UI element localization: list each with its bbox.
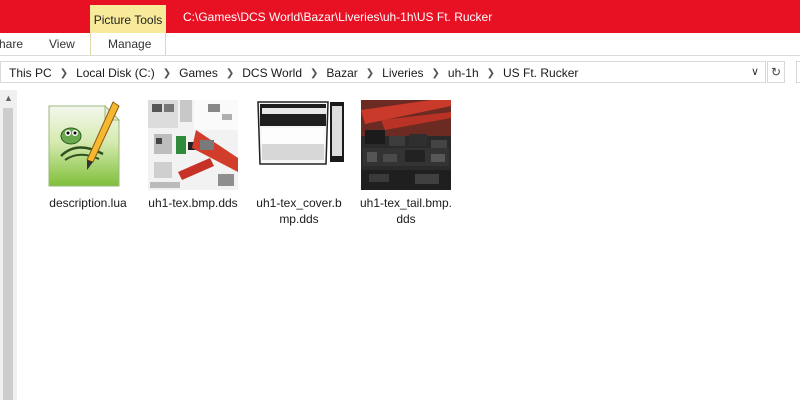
breadcrumb-this-pc[interactable]: This PC [9,66,52,80]
breadcrumb-games[interactable]: Games [179,66,218,80]
breadcrumb-us-ft-rucker[interactable]: US Ft. Rucker [503,66,578,80]
tab-view[interactable]: View [49,37,75,51]
tab-manage[interactable]: Manage [108,37,151,51]
file-name: uh1-tex_cover.b mp.dds [249,195,349,227]
picture-tools-label: Picture Tools [93,13,163,27]
file-item[interactable]: uh1-tex_tail.bmp. dds [356,90,456,230]
search-input[interactable] [796,61,800,83]
chevron-right-icon[interactable]: ❯ [310,68,318,79]
file-name: uh1-tex_tail.bmp. dds [356,195,456,227]
chevron-right-icon[interactable]: ❯ [366,68,374,79]
file-name-line1: uh1-tex.bmp.dds [148,196,238,210]
file-name-line2: mp.dds [279,212,319,226]
file-name: description.lua [49,196,127,210]
file-item[interactable]: uh1-tex.bmp.dds [143,90,243,220]
file-item[interactable]: uh1-tex_cover.b mp.dds [249,90,349,230]
texture-thumbnail [361,100,451,190]
chevron-right-icon[interactable]: ❯ [163,68,171,79]
breadcrumb-uh-1h[interactable]: uh-1h [448,66,479,80]
refresh-icon[interactable]: ↻ [767,61,785,83]
chevron-right-icon[interactable]: ❯ [226,68,234,79]
breadcrumb-bazar[interactable]: Bazar [326,66,357,80]
window-title: C:\Games\DCS World\Bazar\Liveries\uh-1h\… [183,10,493,24]
title-bar: Picture Tools C:\Games\DCS World\Bazar\L… [0,0,800,33]
texture-thumbnail [148,100,238,190]
file-name: uh1-tex.bmp.dds [143,195,243,211]
picture-tools-context-tab: Picture Tools [90,5,166,33]
chevron-right-icon[interactable]: ❯ [487,68,495,79]
tab-share[interactable]: hare [0,37,23,51]
navigation-pane-scrollbar[interactable]: ▲ [0,90,17,400]
file-item[interactable]: description.lua [38,90,138,220]
file-name-line1: uh1-tex_cover.b [256,196,342,210]
scroll-up-icon[interactable]: ▲ [0,90,17,107]
address-bar[interactable]: This PC ❯ Local Disk (C:) ❯ Games ❯ DCS World ❯… [0,61,766,83]
breadcrumb-liveries[interactable]: Liveries [382,66,423,80]
file-name-line1: uh1-tex_tail.bmp. [359,196,453,210]
file-name-line2: dds [396,212,416,226]
texture-thumbnail [254,100,344,190]
chevron-right-icon[interactable]: ❯ [60,68,68,79]
file-list: description.lua uh1-tex.bmp.dds uh1-tex_… [20,90,800,400]
breadcrumb-local-disk[interactable]: Local Disk (C:) [76,66,155,80]
chevron-right-icon[interactable]: ❯ [432,68,440,79]
scrollbar-thumb[interactable] [3,108,13,400]
breadcrumb-dcs-world[interactable]: DCS World [242,66,302,80]
breadcrumb: This PC ❯ Local Disk (C:) ❯ Games ❯ DCS World ❯… [9,66,578,80]
ribbon-tabs: hare View Manage [0,33,800,56]
chevron-down-icon[interactable]: ∨ [746,62,764,82]
notepad-plus-plus-icon [48,101,121,187]
